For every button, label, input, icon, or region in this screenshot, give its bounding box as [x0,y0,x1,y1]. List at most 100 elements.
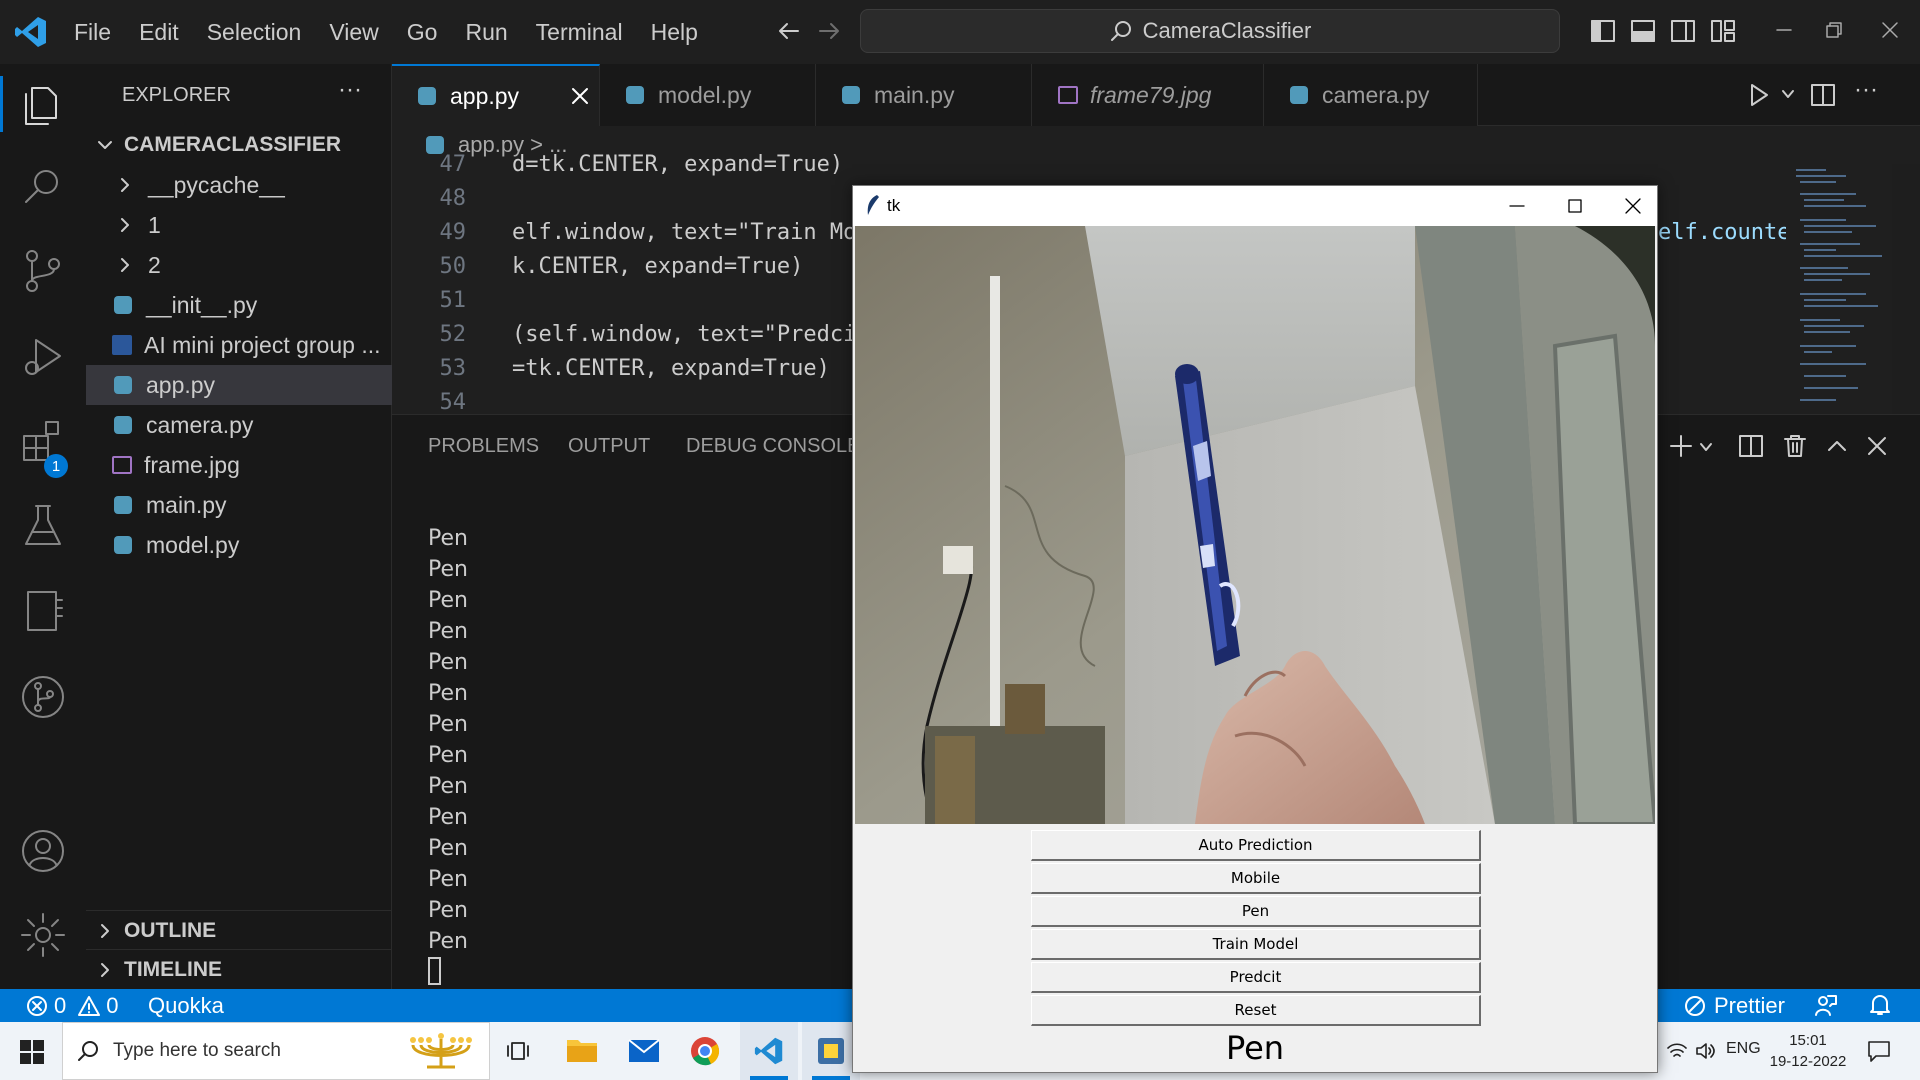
maximize-icon[interactable] [1565,196,1585,216]
menu-view[interactable]: View [315,19,392,46]
error-count: 0 [54,993,67,1018]
mobile-button[interactable]: Mobile [1031,863,1481,894]
file-explorer-icon[interactable] [566,1036,598,1064]
tree-item-2[interactable]: 2 [86,245,392,285]
split-editor-icon[interactable] [1810,82,1836,108]
notifications-bell-icon[interactable] [1868,993,1892,1017]
volume-icon[interactable] [1694,1040,1716,1062]
tab-model-py[interactable]: model.py [600,64,816,126]
tree-item-camera-py[interactable]: camera.py [86,405,392,445]
reset-button[interactable]: Reset [1031,995,1481,1026]
project-root[interactable]: CAMERACLASSIFIER [86,125,392,165]
clock[interactable]: 15:01 19-12-2022 [1766,1030,1850,1072]
tree-item-model-py[interactable]: model.py [86,525,392,565]
menu-help[interactable]: Help [637,19,712,46]
maximize-panel-icon[interactable] [1824,433,1850,459]
python-file-icon [114,376,132,394]
terminal-line: Pen [428,805,468,830]
timeline-section[interactable]: TIMELINE [86,949,392,989]
run-file-icon[interactable] [1746,82,1772,108]
windows-start-icon[interactable] [20,1040,44,1064]
menu-bar: File Edit Selection View Go Run Terminal… [60,19,712,46]
minimap[interactable] [1786,164,1892,414]
auto-prediction-button[interactable]: Auto Prediction [1031,830,1481,861]
testing-icon[interactable] [18,500,68,550]
notification-center-icon[interactable] [1866,1038,1892,1064]
more-actions-icon[interactable]: ··· [1854,76,1878,104]
close-icon[interactable] [1880,20,1900,40]
notebook-icon[interactable] [18,586,68,636]
minimize-icon[interactable] [1507,196,1527,216]
predict-button[interactable]: Predcit [1031,962,1481,993]
menu-terminal[interactable]: Terminal [522,19,637,46]
tree-item-frame-jpg[interactable]: frame.jpg [86,445,392,485]
chevron-down-icon[interactable] [1698,439,1714,455]
command-center-search[interactable]: CameraClassifier [860,9,1560,53]
vscode-taskbar-button[interactable] [740,1022,798,1080]
prediction-label: Pen [1225,1029,1285,1067]
language-indicator[interactable]: ENG [1726,1040,1761,1058]
python-file-icon [418,87,436,105]
chevron-right-icon [96,961,114,979]
outline-section[interactable]: OUTLINE [86,910,392,950]
tab-camera-py[interactable]: camera.py [1264,64,1478,126]
taskbar-search[interactable]: Type here to search [62,1022,490,1080]
mail-icon[interactable] [628,1038,660,1064]
menu-run[interactable]: Run [451,19,521,46]
quokka-status[interactable]: Quokka [148,993,224,1019]
feedback-icon[interactable] [1814,993,1838,1017]
outline-label: OUTLINE [124,918,217,942]
tree-item-init[interactable]: __init__.py [86,285,392,325]
toggle-primary-sidebar-icon[interactable] [1590,18,1616,44]
title-bar: File Edit Selection View Go Run Terminal… [0,0,1920,64]
tab-app-py[interactable]: app.py [392,64,600,126]
menu-selection[interactable]: Selection [193,19,316,46]
wifi-icon[interactable] [1666,1040,1688,1062]
tree-item-main-py[interactable]: main.py [86,485,392,525]
search-icon[interactable] [18,162,68,212]
train-model-button[interactable]: Train Model [1031,929,1481,960]
source-control-icon[interactable] [18,246,68,296]
settings-gear-icon[interactable] [18,910,68,960]
split-terminal-icon[interactable] [1738,433,1764,459]
run-debug-icon[interactable] [18,332,68,382]
tab-debug-console[interactable]: DEBUG CONSOLE [686,435,860,458]
trash-icon[interactable] [1782,433,1808,459]
tab-output[interactable]: OUTPUT [568,435,650,458]
close-tab-icon[interactable] [570,86,590,106]
menu-go[interactable]: Go [393,19,452,46]
customize-layout-icon[interactable] [1710,18,1736,44]
tree-item-app-py[interactable]: app.py [86,365,392,405]
problems-status[interactable]: 0 0 [26,993,119,1019]
tree-item-1[interactable]: 1 [86,205,392,245]
new-terminal-icon[interactable] [1668,433,1694,459]
close-icon[interactable] [1623,196,1643,216]
tab-frame79-jpg[interactable]: frame79.jpg [1032,64,1264,126]
forward-arrow-icon[interactable] [816,18,842,44]
explorer-icon[interactable] [18,78,68,128]
chrome-icon[interactable] [690,1036,720,1066]
menu-file[interactable]: File [60,19,125,46]
more-actions-icon[interactable]: ··· [338,76,362,104]
toggle-secondary-sidebar-icon[interactable] [1670,18,1696,44]
minimize-icon[interactable] [1774,20,1794,40]
tk-title-bar[interactable]: tk [853,186,1657,226]
tab-main-py[interactable]: main.py [816,64,1032,126]
tab-problems[interactable]: PROBLEMS [428,435,539,458]
git-graph-icon[interactable] [18,672,68,722]
tree-item-pycache[interactable]: __pycache__ [86,165,392,205]
back-arrow-icon[interactable] [776,18,802,44]
chevron-down-icon[interactable] [1780,86,1796,102]
prettier-status[interactable]: Prettier [1684,993,1785,1019]
pen-button[interactable]: Pen [1031,896,1481,927]
menu-edit[interactable]: Edit [125,19,193,46]
restore-icon[interactable] [1824,20,1844,40]
tree-item-word-doc[interactable]: AI mini project group ... [86,325,392,365]
account-icon[interactable] [18,826,68,876]
tab-label: model.py [658,81,752,108]
code-fragment: elf.counte [1658,220,1791,245]
close-panel-icon[interactable] [1864,433,1890,459]
search-icon [1109,19,1133,43]
task-view-icon[interactable] [506,1038,532,1064]
toggle-panel-icon[interactable] [1630,18,1656,44]
